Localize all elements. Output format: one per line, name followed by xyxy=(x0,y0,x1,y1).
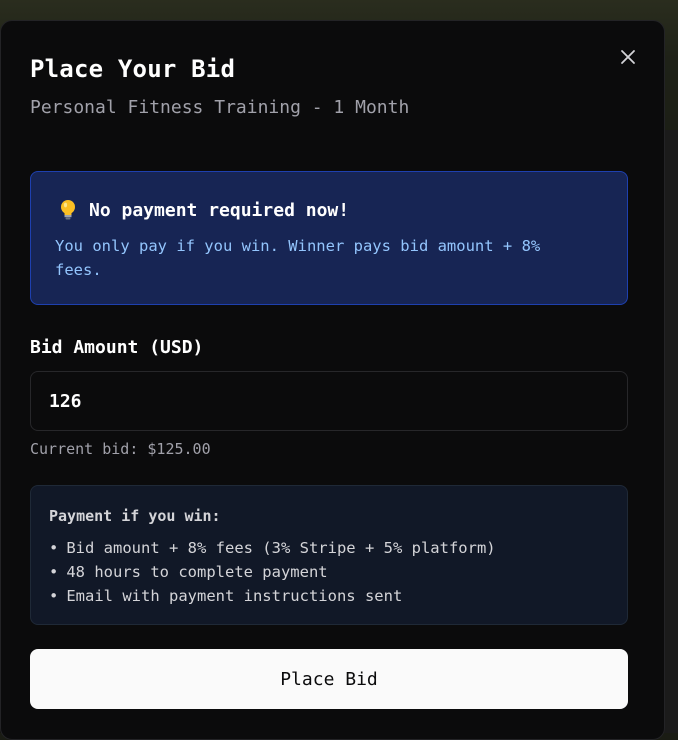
info-text: You only pay if you win. Winner pays bid… xyxy=(55,237,541,279)
close-button[interactable] xyxy=(614,43,642,71)
close-icon xyxy=(621,50,635,64)
bid-amount-label: Bid Amount (USD) xyxy=(30,337,204,358)
list-item: • 48 hours to complete payment xyxy=(49,563,328,581)
bid-amount-input[interactable] xyxy=(30,371,628,431)
payment-info-title: Payment if you win: xyxy=(49,507,221,525)
modal-subtitle: Personal Fitness Training - 1 Month xyxy=(30,97,410,118)
lightbulb-icon xyxy=(59,199,77,221)
payment-info-box: Payment if you win: • Bid amount + 8% fee… xyxy=(30,485,628,625)
list-item: • Email with payment instructions sent xyxy=(49,587,403,605)
info-heading-row: No payment required now! xyxy=(59,199,349,221)
payment-info-list: • Bid amount + 8% fees (3% Stripe + 5% pl… xyxy=(49,536,496,608)
info-banner: No payment required now! You only pay if… xyxy=(30,171,628,305)
modal-title: Place Your Bid xyxy=(30,55,236,83)
info-heading: No payment required now! xyxy=(89,199,350,221)
list-item: • Bid amount + 8% fees (3% Stripe + 5% pl… xyxy=(49,539,496,557)
place-bid-button[interactable]: Place Bid xyxy=(30,649,628,709)
current-bid-text: Current bid: $125.00 xyxy=(30,440,211,458)
